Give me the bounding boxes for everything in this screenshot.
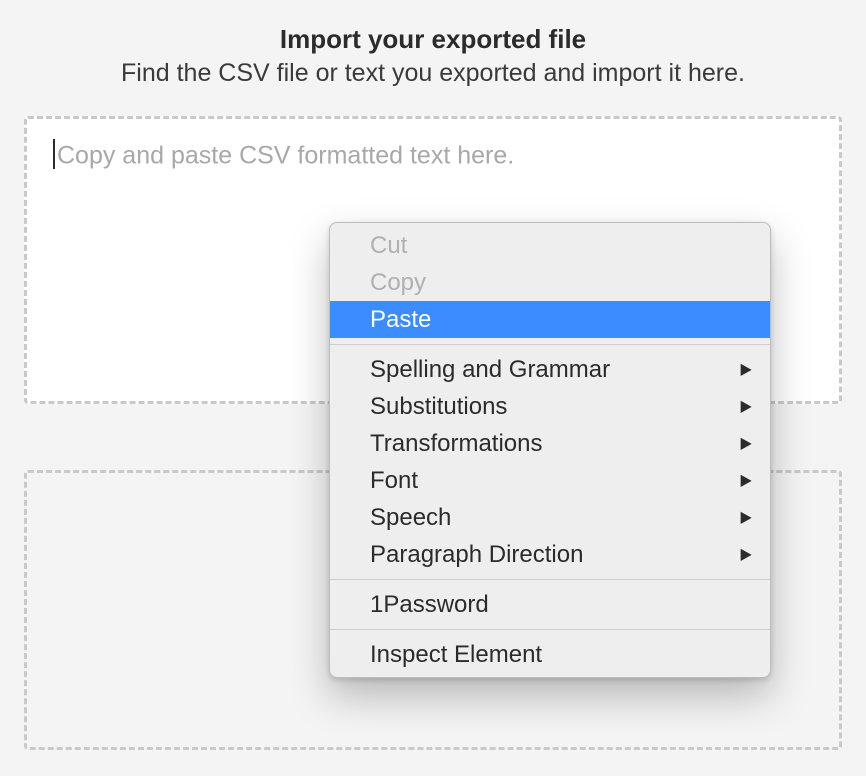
chevron-right-icon: ▶: [740, 399, 751, 415]
menu-item-spelling-and-grammar[interactable]: Spelling and Grammar ▶: [330, 351, 770, 388]
chevron-right-icon: ▶: [740, 362, 751, 378]
page-title: Import your exported file: [24, 24, 842, 55]
menu-item-copy: Copy: [330, 264, 770, 301]
chevron-right-icon: ▶: [740, 547, 751, 563]
menu-item-label: Paragraph Direction: [370, 541, 583, 569]
menu-separator: [330, 344, 770, 345]
menu-item-label: 1Password: [370, 591, 489, 619]
menu-item-label: Inspect Element: [370, 641, 542, 669]
menu-item-inspect-element[interactable]: Inspect Element: [330, 636, 770, 673]
page-subtitle: Find the CSV file or text you exported a…: [24, 59, 842, 88]
chevron-right-icon: ▶: [740, 510, 751, 526]
menu-item-speech[interactable]: Speech ▶: [330, 499, 770, 536]
menu-item-label: Paste: [370, 306, 431, 334]
menu-item-label: Cut: [370, 232, 407, 260]
menu-item-label: Copy: [370, 269, 426, 297]
menu-item-font[interactable]: Font ▶: [330, 462, 770, 499]
page-header: Import your exported file Find the CSV f…: [24, 24, 842, 88]
import-page: Import your exported file Find the CSV f…: [0, 0, 866, 776]
menu-item-transformations[interactable]: Transformations ▶: [330, 425, 770, 462]
text-caret: [53, 139, 55, 169]
menu-item-label: Spelling and Grammar: [370, 356, 610, 384]
chevron-right-icon: ▶: [740, 436, 751, 452]
menu-item-label: Transformations: [370, 430, 543, 458]
menu-item-cut: Cut: [330, 227, 770, 264]
menu-item-label: Substitutions: [370, 393, 507, 421]
chevron-right-icon: ▶: [740, 473, 751, 489]
context-menu: CutCopyPasteSpelling and Grammar▶Substit…: [329, 222, 771, 678]
menu-item-1password[interactable]: 1Password: [330, 586, 770, 623]
menu-item-paragraph-direction[interactable]: Paragraph Direction ▶: [330, 536, 770, 573]
menu-item-label: Speech: [370, 504, 451, 532]
csv-textarea-placeholder: Copy and paste CSV formatted text here.: [57, 142, 514, 170]
menu-item-substitutions[interactable]: Substitutions ▶: [330, 388, 770, 425]
menu-separator: [330, 579, 770, 580]
menu-separator: [330, 629, 770, 630]
menu-item-label: Font: [370, 467, 418, 495]
menu-item-paste[interactable]: Paste: [330, 301, 770, 338]
